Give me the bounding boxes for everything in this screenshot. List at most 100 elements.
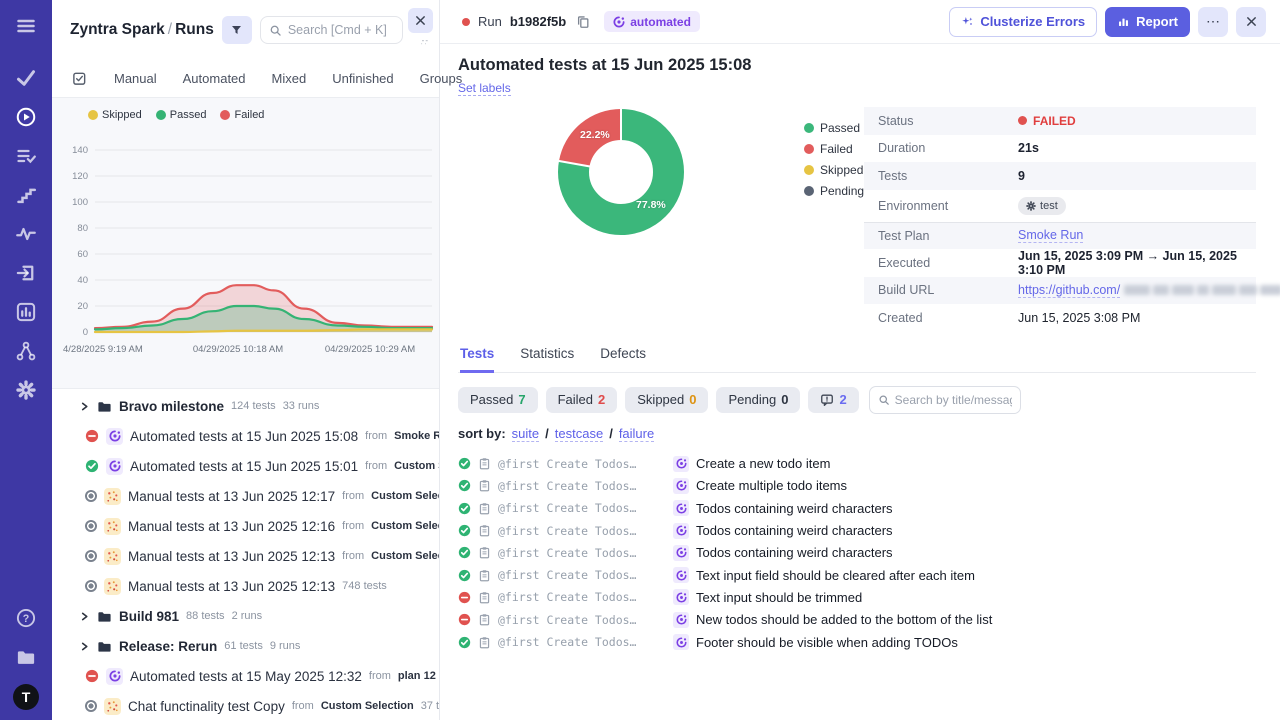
test-row[interactable]: @first Create Todos…Text input field sho… [458,564,1256,586]
test-row[interactable]: @first Create Todos…Todos containing wei… [458,497,1256,519]
steps-icon[interactable] [14,183,38,207]
robot-icon [673,523,689,539]
run-tests-count: 37 tests [421,700,439,712]
breadcrumb-separator: / [165,21,175,38]
tab-tests[interactable]: Tests [460,346,494,373]
test-row[interactable]: @first Create Todos…Create multiple todo… [458,475,1256,497]
test-title: New todos should be added to the bottom … [696,612,992,627]
test-title: Text input should be trimmed [696,590,862,605]
select-all-icon[interactable] [72,71,87,86]
run-id: b1982f5b [510,14,566,29]
sort-by-testcase-link[interactable]: testcase [555,426,603,442]
breadcrumb: Zyntra Spark/Runs [70,21,214,39]
panel-resize-handle[interactable]: -̣-̣ [422,36,429,45]
run-row[interactable]: Manual tests at 13 Jun 2025 12:13 748 te… [52,571,439,601]
test-row[interactable]: @first Create Todos…Footer should be vis… [458,631,1256,653]
svg-text:140: 140 [72,145,88,156]
more-actions-button[interactable]: ⋯ [1198,7,1228,37]
runs-search-input[interactable] [288,23,394,37]
close-icon [1246,16,1257,27]
search-icon [878,394,890,406]
failed-status-icon [458,591,471,604]
clusterize-errors-button[interactable]: Clusterize Errors [949,7,1097,37]
skipped-filter-chip[interactable]: Skipped0 [625,387,708,413]
failed-filter-chip[interactable]: Failed2 [546,387,618,413]
projects-folder-icon[interactable] [14,645,38,669]
sparkles-icon [961,15,974,28]
import-icon[interactable] [14,261,38,285]
breadcrumb-project[interactable]: Zyntra Spark [70,21,165,38]
test-plan-link[interactable]: Smoke Run [1018,228,1083,243]
app-root: ? T Zyntra Spark/Runs -̣-̣ Ma [0,0,1280,720]
run-row[interactable]: Chat functinality test Copy from Custom … [52,691,439,720]
tab-groups[interactable]: Groups [407,71,476,86]
pulse-icon[interactable] [14,222,38,246]
run-folder-row[interactable]: Build 981 88 tests 2 runs [52,601,439,631]
run-row[interactable]: Automated tests at 15 Jun 2025 15:08 fro… [52,421,439,451]
run-row[interactable]: Automated tests at 15 May 2025 12:32 fro… [52,661,439,691]
svg-text:?: ? [23,613,29,625]
close-run-button[interactable] [1236,7,1266,37]
sort-by-suite-link[interactable]: suite [512,426,539,442]
run-row[interactable]: Automated tests at 15 Jun 2025 15:01 fro… [52,451,439,481]
run-folder-row[interactable]: Bravo milestone 124 tests 33 runs [52,391,439,421]
help-icon[interactable]: ? [14,606,38,630]
test-filter-chips: Passed7 Failed2 Skipped0 Pending0 2 [458,386,1256,414]
run-row[interactable]: Manual tests at 13 Jun 2025 12:17 from C… [52,481,439,511]
app-logo[interactable]: T [13,684,39,710]
trend-legend-passed[interactable]: Passed [156,109,207,121]
chevron-right-icon[interactable] [80,612,90,621]
check-icon[interactable] [14,66,38,90]
tab-unfinished[interactable]: Unfinished [319,71,406,86]
runs-list-icon[interactable] [14,144,38,168]
filter-button[interactable] [222,16,252,44]
test-suite: @first Create Todos… [498,479,666,493]
legend-item-failed: Failed [804,142,864,156]
trend-legend: Skipped Passed Failed [52,107,439,123]
tab-manual[interactable]: Manual [101,71,170,86]
folder-runs-count: 33 runs [283,400,320,412]
comment-icon [820,393,834,407]
copy-run-id-button[interactable] [574,13,592,31]
trend-legend-skipped[interactable]: Skipped [88,109,142,121]
run-row[interactable]: Manual tests at 13 Jun 2025 12:16 from C… [52,511,439,541]
test-suite: @first Create Todos… [498,524,666,538]
comments-filter-chip[interactable]: 2 [808,387,858,413]
tests-search-input[interactable] [895,393,1012,407]
branch-icon[interactable] [14,339,38,363]
tests-search[interactable] [869,386,1021,414]
build-url-link[interactable]: https://github.com/ [1018,283,1120,298]
hamburger-menu-icon[interactable] [14,14,38,38]
passed-filter-chip[interactable]: Passed7 [458,387,538,413]
clipboard-icon [478,502,491,515]
chevron-right-icon[interactable] [80,402,90,411]
legend-item-passed: Passed [804,121,864,135]
from-label: from [292,700,314,712]
settings-gear-icon[interactable] [14,378,38,402]
detail-row-test-plan: Test Plan Smoke Run [864,222,1256,250]
chevron-right-icon[interactable] [80,642,90,651]
manual-confetti-icon [104,518,121,535]
play-circle-icon[interactable] [14,105,38,129]
tab-defects[interactable]: Defects [600,346,646,372]
finished-status-icon [85,700,97,712]
panel-close-button[interactable] [408,8,433,33]
trend-legend-failed[interactable]: Failed [220,109,264,121]
test-row[interactable]: @first Create Todos…Create a new todo it… [458,453,1256,475]
tab-statistics[interactable]: Statistics [520,346,574,372]
run-folder-row[interactable]: Release: Rerun 61 tests 9 runs [52,631,439,661]
test-row[interactable]: @first Create Todos…Text input should be… [458,586,1256,608]
run-row[interactable]: Manual tests at 13 Jun 2025 12:13 from C… [52,541,439,571]
sort-by-failure-link[interactable]: failure [619,426,654,442]
report-button[interactable]: Report [1105,7,1190,37]
analytics-icon[interactable] [14,300,38,324]
test-row[interactable]: @first Create Todos…New todos should be … [458,609,1256,631]
tab-automated[interactable]: Automated [170,71,259,86]
test-row[interactable]: @first Create Todos…Todos containing wei… [458,519,1256,541]
tab-mixed[interactable]: Mixed [259,71,320,86]
runs-search[interactable] [260,16,403,44]
pending-filter-chip[interactable]: Pending0 [716,387,800,413]
test-row[interactable]: @first Create Todos…Todos containing wei… [458,542,1256,564]
run-detail-content: Automated tests at 15 Jun 2025 15:08 Set… [440,44,1280,720]
results-donut-chart: 22.2% 77.8% [556,107,686,237]
